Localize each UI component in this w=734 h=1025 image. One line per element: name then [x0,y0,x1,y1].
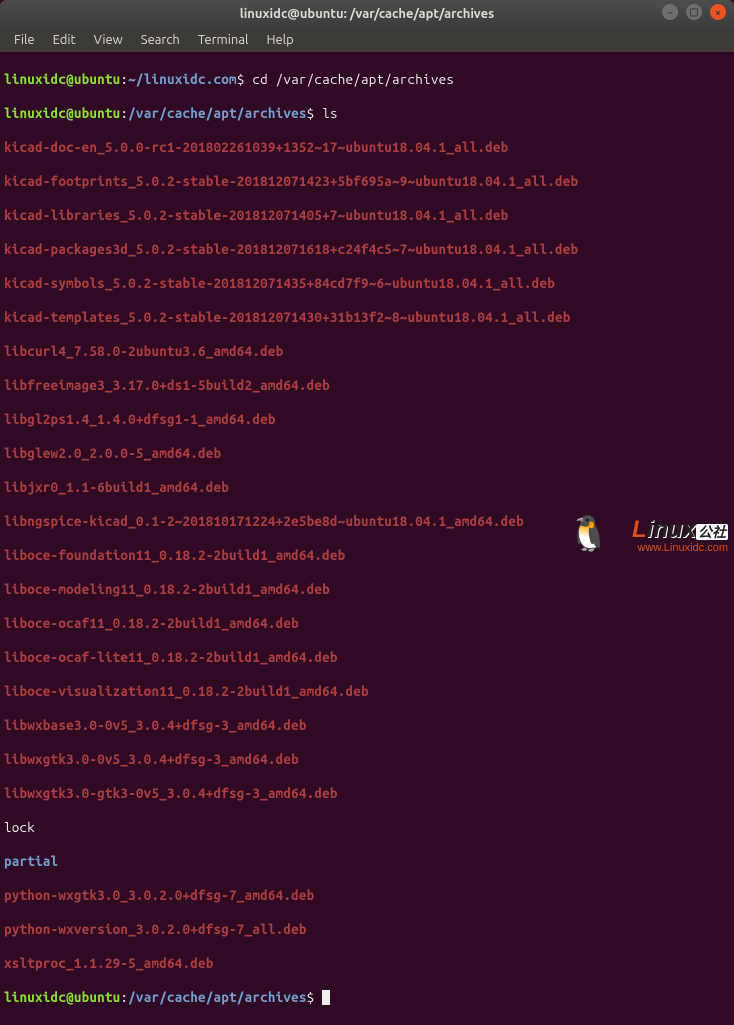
minimize-button[interactable]: – [662,4,678,20]
file-entry: kicad-libraries_5.0.2-stable-20181207140… [4,207,730,224]
file-entry: kicad-doc-en_5.0.0-rc1-201802261039+1352… [4,139,730,156]
file-entry: kicad-templates_5.0.2-stable-20181207143… [4,309,730,326]
close-button[interactable]: × [710,4,726,20]
prompt-line: linuxidc@ubuntu:/var/cache/apt/archives$… [4,105,730,122]
menu-edit[interactable]: Edit [45,31,84,49]
prompt-userhost: linuxidc@ubuntu [4,71,120,87]
cursor [322,990,330,1005]
prompt-path: /var/cache/apt/archives [128,105,306,121]
file-entry: liboce-foundation11_0.18.2-2build1_amd64… [4,547,730,564]
file-entry: libwxbase3.0-0v5_3.0.4+dfsg-3_amd64.deb [4,717,730,734]
prompt-path: /var/cache/apt/archives [128,989,306,1005]
file-entry: libwxgtk3.0-gtk3-0v5_3.0.4+dfsg-3_amd64.… [4,785,730,802]
file-entry: xsltproc_1.1.29-5_amd64.deb [4,955,730,972]
file-entry: kicad-symbols_5.0.2-stable-201812071435+… [4,275,730,292]
prompt-sigil: $ [307,105,315,121]
command-text: cd /var/cache/apt/archives [252,71,454,87]
file-entry: liboce-ocaf-lite11_0.18.2-2build1_amd64.… [4,649,730,666]
file-entry: libngspice-kicad_0.1-2~201810171224+2e5b… [4,513,730,530]
file-entry: kicad-packages3d_5.0.2-stable-2018120716… [4,241,730,258]
file-entry: libfreeimage3_3.17.0+ds1-5build2_amd64.d… [4,377,730,394]
titlebar: linuxidc@ubuntu: /var/cache/apt/archives… [0,0,734,28]
menu-file[interactable]: File [6,31,43,49]
prompt-line: linuxidc@ubuntu:~/linuxidc.com$ cd /var/… [4,71,730,88]
prompt-path: ~/linuxidc.com [128,71,237,87]
menu-terminal[interactable]: Terminal [190,31,257,49]
file-entry: libcurl4_7.58.0-2ubuntu3.6_amd64.deb [4,343,730,360]
file-entry: liboce-visualization11_0.18.2-2build1_am… [4,683,730,700]
file-entry: libwxgtk3.0-0v5_3.0.4+dfsg-3_amd64.deb [4,751,730,768]
dir-entry: partial [4,853,730,870]
menu-search[interactable]: Search [133,31,188,49]
window-title: linuxidc@ubuntu: /var/cache/apt/archives [240,7,495,21]
menu-help[interactable]: Help [258,31,301,49]
menubar: File Edit View Search Terminal Help [0,28,734,52]
menu-view[interactable]: View [86,31,131,49]
prompt-sep: : [120,105,128,121]
prompt-sigil: $ [237,71,245,87]
file-entry: libgl2ps1.4_1.4.0+dfsg1-1_amd64.deb [4,411,730,428]
prompt-userhost: linuxidc@ubuntu [4,105,120,121]
file-entry: libglew2.0_2.0.0-5_amd64.deb [4,445,730,462]
terminal-output[interactable]: linuxidc@ubuntu:~/linuxidc.com$ cd /var/… [0,52,734,1025]
file-entry: libjxr0_1.1-6build1_amd64.deb [4,479,730,496]
window-controls: – ▢ × [662,4,726,20]
command-text: ls [322,105,338,121]
file-entry: python-wxgtk3.0_3.0.2.0+dfsg-7_amd64.deb [4,887,730,904]
maximize-button[interactable]: ▢ [686,4,702,20]
prompt-sigil: $ [307,989,315,1005]
file-entry: kicad-footprints_5.0.2-stable-2018120714… [4,173,730,190]
file-entry-plain: lock [4,819,730,836]
prompt-userhost: linuxidc@ubuntu [4,989,120,1005]
prompt-sep: : [120,71,128,87]
prompt-sep: : [120,989,128,1005]
file-entry: python-wxversion_3.0.2.0+dfsg-7_all.deb [4,921,730,938]
file-entry: liboce-ocaf11_0.18.2-2build1_amd64.deb [4,615,730,632]
prompt-line: linuxidc@ubuntu:/var/cache/apt/archives$ [4,989,730,1006]
file-entry: liboce-modeling11_0.18.2-2build1_amd64.d… [4,581,730,598]
